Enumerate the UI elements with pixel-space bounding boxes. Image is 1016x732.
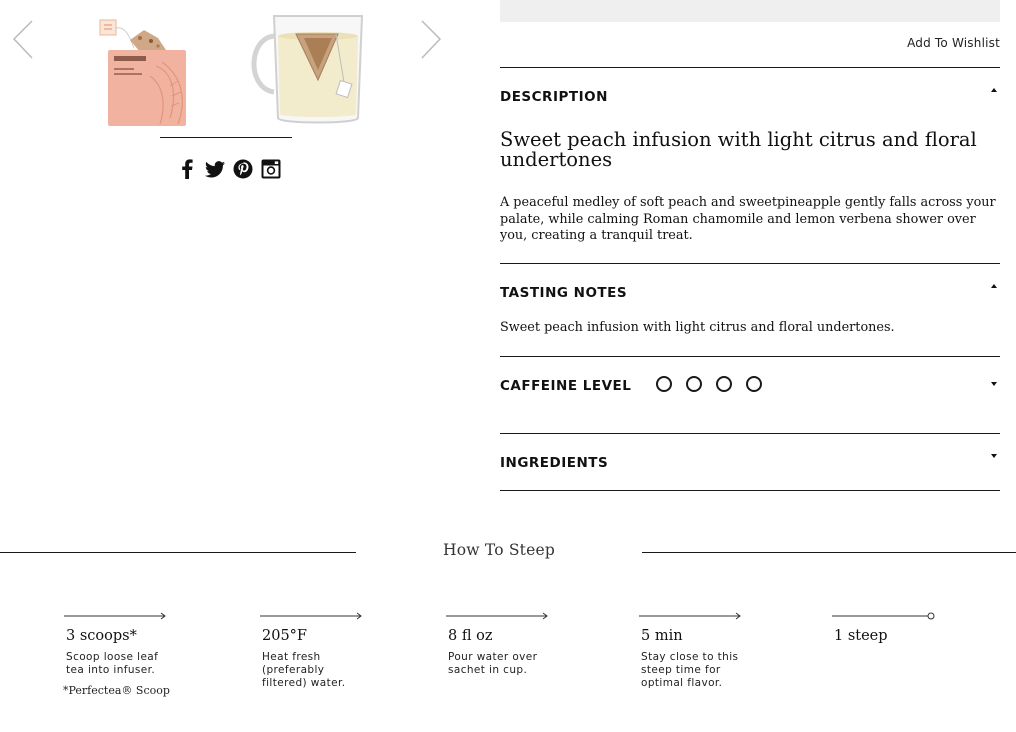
- caret-up-icon[interactable]: [990, 87, 998, 93]
- caffeine-dot: [686, 376, 702, 392]
- step-description: Pour water over sachet in cup.: [448, 651, 538, 676]
- caffeine-dot: [746, 376, 762, 392]
- description-body: A peaceful medley of soft peach and swee…: [500, 195, 996, 243]
- steep-step: 5 min Stay close to this steep time for …: [639, 611, 791, 690]
- pinterest-icon[interactable]: [232, 158, 254, 180]
- caffeine-level-indicator: [656, 376, 762, 392]
- tasting-notes-body: Sweet peach infusion with light citrus a…: [500, 320, 895, 335]
- divider: [500, 67, 1000, 68]
- caffeine-dot: [716, 376, 732, 392]
- add-to-bag-area: [500, 0, 1000, 22]
- tasting-notes-heading[interactable]: TASTING NOTES: [500, 285, 627, 301]
- arrow-right-icon: [64, 612, 166, 620]
- step-value: 205°F: [262, 628, 307, 644]
- divider: [500, 490, 1000, 491]
- divider: [500, 356, 1000, 357]
- description-heading[interactable]: DESCRIPTION: [500, 89, 608, 105]
- step-description: Heat fresh (preferably filtered) water.: [262, 651, 346, 689]
- ingredients-heading[interactable]: INGREDIENTS: [500, 455, 608, 471]
- sachet-thumbnail[interactable]: [96, 16, 192, 130]
- facebook-icon[interactable]: [176, 158, 198, 180]
- step-footnote: *Perfectea® Scoop: [63, 684, 170, 697]
- caret-up-icon[interactable]: [990, 283, 998, 289]
- gallery-prev-button[interactable]: [12, 20, 34, 60]
- gallery-next-button[interactable]: [420, 20, 442, 60]
- active-thumbnail-indicator: [160, 137, 292, 138]
- divider: [500, 263, 1000, 264]
- step-value: 1 steep: [834, 628, 888, 644]
- step-value: 3 scoops*: [66, 628, 137, 644]
- step-value: 8 fl oz: [448, 628, 493, 644]
- arrow-right-icon: [446, 612, 548, 620]
- social-share-bar: [176, 157, 282, 181]
- arrow-right-icon: [639, 612, 741, 620]
- sachet-image: [99, 19, 186, 126]
- steep-step: 3 scoops* Scoop loose leaf tea into infu…: [63, 611, 216, 697]
- caret-down-icon[interactable]: [990, 453, 998, 459]
- chevron-left-icon: [12, 20, 33, 59]
- twitter-icon[interactable]: [204, 158, 226, 180]
- mug-image: [251, 15, 364, 124]
- caffeine-dot: [656, 376, 672, 392]
- instagram-icon[interactable]: [260, 158, 282, 180]
- step-description: Scoop loose leaf tea into infuser.: [66, 651, 159, 676]
- steep-step: 8 fl oz Pour water over sachet in cup.: [446, 611, 598, 677]
- steep-divider-left: [0, 552, 356, 553]
- divider: [500, 433, 1000, 434]
- how-to-steep-title: How To Steep: [443, 541, 555, 559]
- steep-step: 1 steep: [832, 611, 984, 644]
- description-title: Sweet peach infusion with light citrus a…: [500, 128, 977, 171]
- caffeine-level-heading[interactable]: CAFFEINE LEVEL: [500, 378, 631, 394]
- chevron-right-icon: [421, 20, 442, 59]
- step-value: 5 min: [641, 628, 683, 644]
- step-description: Stay close to this steep time for optima…: [641, 651, 739, 689]
- caret-down-icon[interactable]: [990, 381, 998, 387]
- steep-divider-right: [642, 552, 1016, 553]
- arrow-right-icon: [260, 612, 362, 620]
- steep-step: 205°F Heat fresh (preferably filtered) w…: [260, 611, 412, 690]
- add-to-wishlist-link[interactable]: Add To Wishlist: [907, 36, 1000, 50]
- mug-thumbnail[interactable]: [244, 10, 370, 128]
- line-end-circle-icon: [832, 612, 935, 620]
